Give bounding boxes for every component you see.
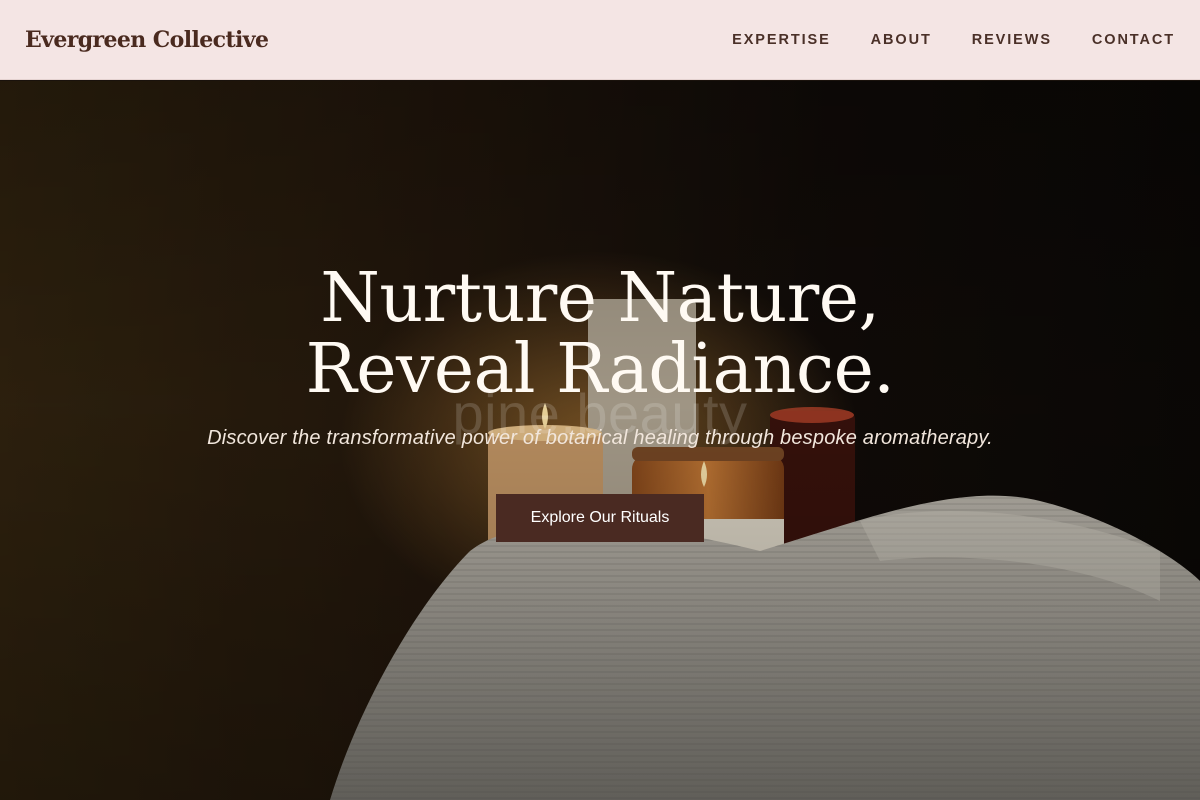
hero-content: pine.beauty Nurture Nature, Reveal Radia… xyxy=(0,81,1200,800)
brand-logo[interactable]: Evergreen Collective xyxy=(25,27,269,53)
hero-subtitle: Discover the transformative power of bot… xyxy=(207,427,993,449)
hero-headline-line1: Nurture Nature, xyxy=(320,259,880,338)
hero-section: pine.beauty Nurture Nature, Reveal Radia… xyxy=(0,81,1200,800)
nav-about[interactable]: ABOUT xyxy=(871,32,932,48)
explore-rituals-button[interactable]: Explore Our Rituals xyxy=(496,494,704,542)
hero-headline-line2: Reveal Radiance. xyxy=(305,330,895,409)
nav-contact[interactable]: CONTACT xyxy=(1092,32,1175,48)
nav-expertise[interactable]: EXPERTISE xyxy=(732,32,831,48)
main-nav: EXPERTISE ABOUT REVIEWS CONTACT xyxy=(732,32,1175,48)
nav-reviews[interactable]: REVIEWS xyxy=(972,32,1052,48)
hero-headline: Nurture Nature, Reveal Radiance. xyxy=(0,263,1200,405)
site-header: Evergreen Collective EXPERTISE ABOUT REV… xyxy=(0,0,1200,80)
